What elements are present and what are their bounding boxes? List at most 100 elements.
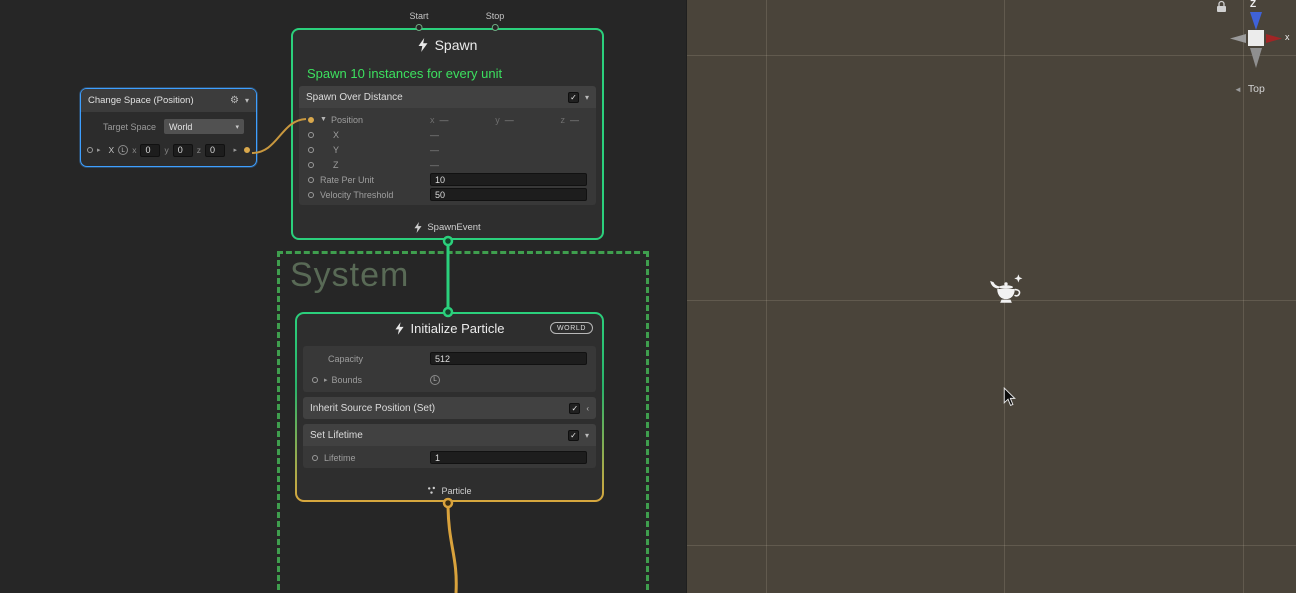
x-port-label: X	[109, 145, 115, 155]
velocity-threshold-input[interactable]	[430, 188, 587, 201]
velocity-threshold-row[interactable]: Velocity Threshold	[299, 187, 596, 202]
lifetime-row[interactable]: Lifetime	[303, 450, 596, 465]
grid-line	[687, 55, 1296, 56]
position-row[interactable]: ▼ Position x— y— z—	[299, 112, 596, 127]
rate-per-unit-port[interactable]	[308, 177, 314, 183]
block-enabled-checkbox[interactable]: ✓	[568, 430, 579, 441]
lifetime-input-port[interactable]	[312, 455, 318, 461]
bounds-label: Bounds	[332, 375, 363, 385]
space-toggle-icon[interactable]: L	[430, 375, 440, 385]
inherit-block-header[interactable]: Inherit Source Position (Set) ✓ ‹	[303, 397, 596, 419]
start-label: Start	[409, 11, 428, 21]
x-input-port[interactable]	[308, 132, 314, 138]
particle-output[interactable]: Particle	[297, 481, 602, 500]
rate-per-unit-label: Rate Per Unit	[320, 175, 374, 185]
check-icon: ✓	[570, 431, 577, 440]
z-axis-arrow[interactable]	[1250, 12, 1262, 30]
spawn-over-distance-block[interactable]: Spawn Over Distance ✓ ▾ ▼ Position x— y—…	[299, 86, 596, 205]
initialize-settings-block: Capacity ▸ Bounds L	[303, 346, 596, 392]
space-toggle-icon[interactable]: L	[118, 145, 128, 155]
stop-flow-port[interactable]	[491, 24, 498, 31]
spawn-title-bar[interactable]: Spawn	[293, 30, 602, 60]
spawn-node[interactable]: Start Stop Spawn Spawn 10 instances for …	[291, 28, 604, 240]
initialize-particle-node[interactable]: Initialize Particle WORLD Capacity ▸ Bou…	[297, 314, 602, 500]
change-space-header[interactable]: Change Space (Position) ⚙ ▾	[81, 89, 256, 112]
x-axis-arrow[interactable]	[1266, 34, 1282, 43]
y-value: —	[430, 145, 439, 155]
capacity-row[interactable]: Capacity	[303, 348, 596, 369]
z-axis-value: —	[570, 115, 579, 125]
stop-label: Stop	[486, 11, 505, 21]
chevron-left-icon[interactable]: ‹	[586, 404, 589, 413]
block-enabled-checkbox[interactable]: ✓	[569, 403, 580, 414]
expand-icon[interactable]: ▸	[97, 146, 101, 154]
y-axis-label: y	[164, 145, 168, 155]
minus-x-axis-arrow[interactable]	[1230, 34, 1246, 43]
gear-icon[interactable]: ⚙	[230, 95, 239, 106]
check-icon: ✓	[570, 93, 577, 102]
view-orientation-label[interactable]: ◄ Top	[1234, 83, 1265, 95]
initialize-node-border: Initialize Particle WORLD Capacity ▸ Bou…	[295, 312, 604, 502]
chevron-down-icon[interactable]: ▾	[245, 96, 249, 105]
block-enabled-checkbox[interactable]: ✓	[568, 92, 579, 103]
spawn-start-anchor[interactable]: Start	[409, 11, 428, 31]
rate-per-unit-input[interactable]	[430, 173, 587, 186]
bounds-row[interactable]: ▸ Bounds L	[303, 369, 596, 390]
scene-view[interactable]: Z x ◄ Top	[686, 0, 1296, 593]
minus-z-axis-arrow[interactable]	[1250, 48, 1262, 68]
change-space-node[interactable]: Change Space (Position) ⚙ ▾ Target Space…	[80, 88, 257, 167]
expand-icon[interactable]: ▸	[324, 376, 328, 384]
space-letter: L	[121, 147, 125, 154]
rate-per-unit-row[interactable]: Rate Per Unit	[299, 172, 596, 187]
vfx-graph-window: System Change Space (Position) ⚙ ▾ Targe…	[0, 0, 1296, 593]
chevron-down-icon[interactable]: ▾	[585, 431, 589, 440]
lifetime-input[interactable]	[430, 451, 587, 464]
capacity-label: Capacity	[328, 354, 363, 364]
grid-line	[766, 0, 767, 593]
y-label: Y	[333, 145, 339, 155]
start-flow-port[interactable]	[415, 24, 422, 31]
lock-icon[interactable]	[1216, 0, 1227, 13]
spawn-event-output[interactable]: SpawnEvent	[293, 216, 602, 238]
capacity-input[interactable]	[430, 352, 587, 365]
position-x-row[interactable]: X —	[299, 127, 596, 142]
bounds-input-port[interactable]	[312, 377, 318, 383]
spawn-over-distance-header[interactable]: Spawn Over Distance ✓ ▾	[299, 86, 596, 108]
node-title: Change Space (Position)	[88, 95, 224, 106]
vfx-lamp-gizmo-icon[interactable]	[988, 270, 1024, 308]
lightning-icon	[414, 222, 422, 233]
gizmo-center-cube[interactable]	[1248, 30, 1264, 46]
block-title: Set Lifetime	[310, 430, 363, 441]
particle-label: Particle	[441, 486, 471, 496]
inherit-source-position-block[interactable]: Inherit Source Position (Set) ✓ ‹	[303, 397, 596, 419]
x-axis-label: x	[132, 145, 136, 155]
z-axis-label: z	[561, 115, 566, 125]
target-space-dropdown[interactable]: World ▾	[164, 119, 244, 134]
z-input-port[interactable]	[308, 162, 314, 168]
x-input-port[interactable]	[87, 147, 93, 153]
initialize-title-bar[interactable]: Initialize Particle WORLD	[297, 314, 602, 342]
position-input-port[interactable]	[308, 117, 314, 123]
world-space-badge[interactable]: WORLD	[550, 322, 593, 334]
y-value-input[interactable]	[173, 144, 193, 157]
graph-canvas[interactable]: System Change Space (Position) ⚙ ▾ Targe…	[0, 0, 686, 593]
z-axis-label: z	[197, 145, 201, 155]
y-axis-label: y	[495, 115, 500, 125]
set-lifetime-header[interactable]: Set Lifetime ✓ ▾	[303, 424, 596, 446]
position-z-row[interactable]: Z —	[299, 157, 596, 172]
x-value-input[interactable]	[140, 144, 160, 157]
velocity-threshold-label: Velocity Threshold	[320, 190, 393, 200]
position-y-row[interactable]: Y —	[299, 142, 596, 157]
fold-icon[interactable]: ▼	[320, 116, 327, 123]
chevron-down-icon: ▾	[236, 123, 240, 131]
y-input-port[interactable]	[308, 147, 314, 153]
spawn-stop-anchor[interactable]: Stop	[486, 11, 505, 31]
velocity-threshold-port[interactable]	[308, 192, 314, 198]
output-port[interactable]	[244, 147, 250, 153]
z-value-input[interactable]	[205, 144, 225, 157]
chevron-down-icon[interactable]: ▾	[585, 93, 589, 102]
z-axis-label: Z	[1250, 0, 1256, 10]
grid-line	[687, 545, 1296, 546]
set-lifetime-block[interactable]: Set Lifetime ✓ ▾ Lifetime	[303, 424, 596, 468]
z-value: —	[430, 160, 439, 170]
